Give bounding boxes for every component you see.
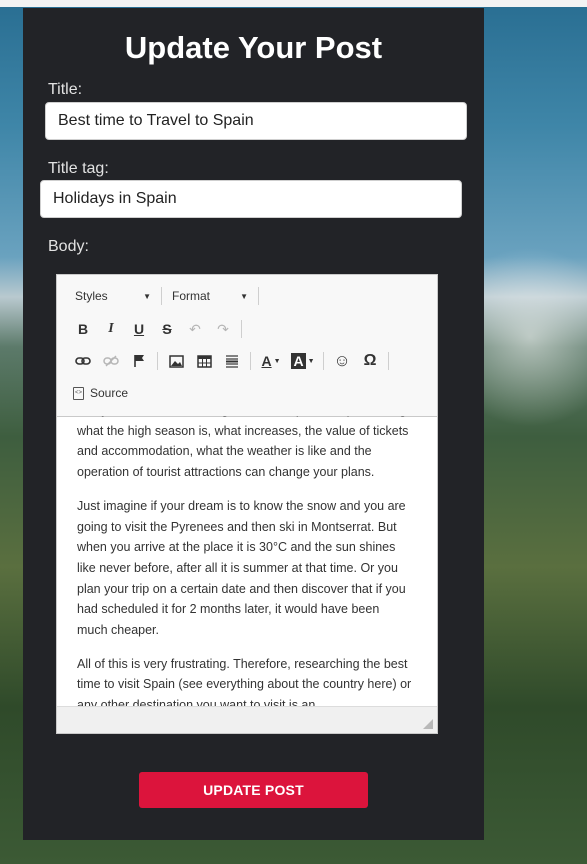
table-button[interactable]: [190, 349, 218, 373]
title-tag-label: Title tag:: [48, 160, 109, 177]
format-dropdown[interactable]: Format ▼: [166, 284, 254, 308]
italic-icon: I: [108, 321, 114, 336]
styles-dropdown-label: Styles: [75, 289, 108, 303]
smiley-button[interactable]: ☺: [328, 349, 356, 373]
strikethrough-button[interactable]: S: [153, 317, 181, 341]
format-dropdown-label: Format: [172, 289, 211, 303]
horizontal-line-button[interactable]: [218, 349, 246, 373]
resize-handle-icon[interactable]: [423, 719, 433, 729]
undo-button[interactable]: ↶: [181, 317, 209, 341]
background-color-button[interactable]: A ▼: [287, 349, 319, 373]
background-color-icon: A: [291, 353, 306, 369]
redo-button[interactable]: ↷: [209, 317, 237, 341]
bold-icon: B: [77, 321, 89, 337]
omega-icon: Ω: [363, 352, 377, 369]
source-icon: <>: [73, 386, 84, 400]
underline-button[interactable]: U: [125, 317, 153, 341]
chevron-down-icon: ▼: [240, 291, 248, 301]
redo-icon: ↷: [217, 320, 229, 337]
toolbar-separator: [388, 352, 389, 370]
bold-button[interactable]: B: [69, 317, 97, 341]
toolbar-row-styles: Styles ▼ Format ▼: [69, 282, 263, 310]
table-icon: [196, 354, 212, 368]
image-icon: [168, 354, 184, 368]
toolbar-separator: [250, 352, 251, 370]
body-label: Body:: [48, 238, 89, 255]
underline-icon: U: [133, 321, 145, 337]
editor-toolbar: Styles ▼ Format ▼ B I U S ↶ ↷ A ▼ A ▼ ☺ …: [57, 275, 437, 417]
toolbar-separator: [258, 287, 259, 305]
special-character-button[interactable]: Ω: [356, 349, 384, 373]
unlink-button[interactable]: [97, 349, 125, 373]
toolbar-separator: [241, 320, 242, 338]
toolbar-separator: [157, 352, 158, 370]
smiley-icon: ☺: [333, 351, 351, 370]
chevron-down-icon: ▼: [143, 291, 151, 301]
update-post-panel: Update Your Post Title: Title tag: Body:…: [23, 8, 484, 840]
chevron-down-icon: ▼: [307, 357, 315, 365]
chevron-down-icon: ▼: [273, 357, 281, 365]
update-post-button[interactable]: UPDATE POST: [139, 772, 368, 808]
editor-statusbar: [57, 706, 437, 733]
strikethrough-icon: S: [162, 321, 172, 337]
undo-icon: ↶: [189, 320, 201, 337]
content-paragraph: Just imagine if your dream is to know th…: [77, 498, 406, 638]
title-label: Title:: [48, 81, 83, 98]
window-top-strip: [0, 0, 587, 7]
content-paragraph: All of this is very frustrating. Therefo…: [77, 656, 412, 707]
source-button[interactable]: <> Source: [73, 386, 128, 400]
content-paragraph: Many times we are thinking about the Spa…: [77, 416, 409, 480]
editor-content: Many times we are thinking about the Spa…: [77, 416, 413, 707]
toolbar-row-source: <> Source: [73, 379, 128, 407]
toolbar-separator: [161, 287, 162, 305]
anchor-button[interactable]: [125, 349, 153, 373]
text-color-icon: A: [261, 353, 272, 369]
italic-button[interactable]: I: [97, 317, 125, 341]
source-button-label: Source: [90, 386, 129, 400]
image-button[interactable]: [162, 349, 190, 373]
styles-dropdown[interactable]: Styles ▼: [69, 284, 157, 308]
rich-text-editor: Styles ▼ Format ▼ B I U S ↶ ↷ A ▼ A ▼ ☺ …: [56, 274, 438, 734]
title-tag-input[interactable]: [40, 180, 462, 218]
toolbar-row-basic: B I U S ↶ ↷: [69, 315, 246, 343]
text-color-button[interactable]: A ▼: [255, 349, 287, 373]
toolbar-row-insert: A ▼ A ▼ ☺ Ω: [69, 347, 393, 375]
unlink-icon: [103, 355, 119, 367]
link-icon: [75, 357, 91, 365]
page-title: Update Your Post: [124, 30, 383, 65]
flag-icon: [134, 355, 144, 367]
editor-content-area[interactable]: Many times we are thinking about the Spa…: [57, 416, 437, 707]
toolbar-separator: [323, 352, 324, 370]
title-input[interactable]: [45, 102, 467, 140]
link-button[interactable]: [69, 349, 97, 373]
horizontal-line-icon: [226, 355, 238, 368]
